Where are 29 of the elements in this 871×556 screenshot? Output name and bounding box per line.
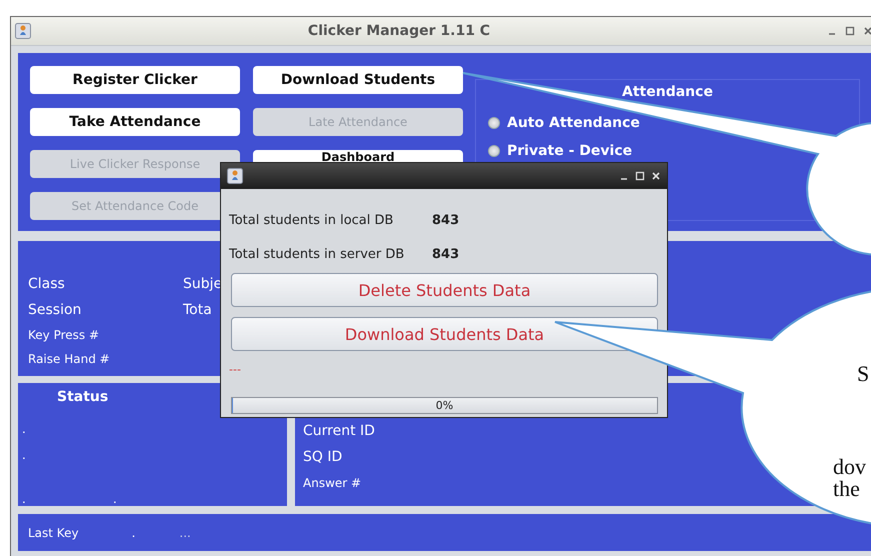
count-value: 843: [432, 212, 460, 228]
panel-title: Status: [56, 389, 110, 407]
info-label: SQ ID: [303, 448, 342, 467]
status-value: .: [22, 449, 27, 464]
count-value: 843: [432, 246, 460, 262]
info-value: ...: [179, 526, 191, 540]
callout-text: the: [833, 477, 860, 501]
info-label: Tota: [183, 301, 212, 320]
info-label: Current ID: [303, 422, 375, 441]
status-value: .: [113, 493, 118, 505]
window-title: Clicker Manager 1.11 C: [308, 23, 490, 39]
callout-text: dov: [833, 455, 866, 479]
info-label: Class: [28, 275, 65, 294]
info-label: Session: [28, 301, 82, 320]
info-label: Key Press #: [28, 327, 100, 344]
info-label: Subje: [183, 275, 222, 294]
info-value: .: [132, 526, 136, 540]
info-label: Answer #: [303, 475, 362, 492]
progress-text: 0%: [434, 398, 454, 413]
count-label: Total students in server DB: [229, 246, 406, 262]
status-message: ---: [229, 362, 242, 378]
callout-text: S: [857, 362, 870, 386]
status-value: .: [22, 493, 27, 505]
status-value: .: [22, 423, 27, 438]
radio-label: Private - Device: [507, 143, 632, 159]
panel-title: Attendance: [621, 83, 714, 102]
radio-label: Auto Attendance: [507, 115, 640, 131]
info-label: Raise Hand #: [28, 351, 110, 368]
info-label: Last Key: [28, 526, 79, 540]
